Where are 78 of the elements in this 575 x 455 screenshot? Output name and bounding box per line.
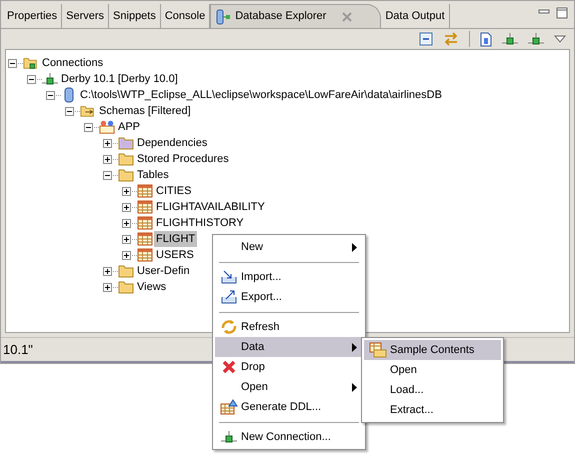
table-icon (137, 232, 153, 246)
tree-item[interactable]: USERS (154, 247, 196, 263)
menu-item[interactable]: Load... (364, 380, 501, 400)
tree-item[interactable]: APP (116, 119, 142, 135)
menu-item[interactable]: Drop (215, 357, 363, 377)
collapse-icon[interactable] (103, 170, 112, 180)
tree-item[interactable]: Views (135, 279, 168, 295)
status-text: 10.1" (3, 340, 33, 359)
collapse-icon[interactable] (65, 106, 74, 116)
folder-plug-icon (23, 56, 39, 70)
expand-icon[interactable] (122, 218, 131, 228)
plug-icon (528, 32, 544, 46)
document-icon[interactable] (480, 32, 492, 46)
plug-icon (42, 72, 58, 86)
menu-item[interactable]: Import... (215, 267, 363, 287)
collapse-all-icon[interactable] (419, 32, 433, 46)
tab[interactable]: Properties (3, 4, 62, 28)
tree-item[interactable]: User-Defin (135, 263, 192, 279)
tree-item[interactable]: C:\tools\WTP_Eclipse_ALL\eclipse\workspace\LowFareAir\data\airlinesDB (78, 87, 444, 103)
collapse-icon[interactable] (84, 122, 93, 132)
folder-icon (118, 264, 134, 278)
schema-icon (99, 119, 115, 135)
tree-item[interactable]: Dependencies (135, 135, 210, 151)
table-icon (137, 216, 153, 230)
tab[interactable]: Database Explorer (210, 4, 382, 28)
tab[interactable]: Data Output (381, 4, 450, 28)
tree-item[interactable]: Schemas [Filtered] (97, 103, 193, 119)
tree-item[interactable]: Derby 10.1 [Derby 10.0] (59, 71, 180, 87)
refresh-icon (221, 319, 237, 335)
table-folder-icon (369, 342, 387, 358)
folder-arrows-icon (80, 104, 96, 118)
menu-item[interactable]: New (215, 237, 363, 257)
menu-item[interactable]: Open (215, 377, 363, 397)
menu-item[interactable]: Sample Contents (364, 340, 501, 360)
tab[interactable]: Servers (62, 4, 110, 28)
collapse-icon[interactable] (8, 58, 17, 68)
expand-icon[interactable] (122, 202, 131, 212)
plug-icon (502, 32, 518, 46)
expand-icon[interactable] (103, 138, 112, 148)
delete-icon (222, 360, 236, 374)
expand-icon[interactable] (103, 154, 112, 164)
folder-icon (118, 152, 134, 166)
tree-item[interactable]: FLIGHTHISTORY (154, 215, 246, 231)
database-icon (215, 8, 232, 24)
collapse-icon[interactable] (27, 74, 36, 84)
folder-icon (118, 136, 134, 150)
tab[interactable]: Snippets (109, 4, 161, 28)
collapse-icon[interactable] (46, 90, 55, 100)
table-icon (137, 248, 153, 262)
database-icon (63, 87, 75, 103)
expand-icon[interactable] (103, 282, 112, 292)
table-triangle-icon (220, 399, 238, 415)
tree-item[interactable]: Connections (40, 55, 106, 71)
expand-icon[interactable] (122, 186, 131, 196)
expand-icon[interactable] (103, 266, 112, 276)
view-menu-icon[interactable] (554, 35, 566, 43)
tree-item[interactable]: FLIGHT (154, 231, 198, 247)
tree-item[interactable]: Tables (135, 167, 171, 183)
table-icon (137, 200, 153, 214)
expand-icon[interactable] (122, 250, 131, 260)
export-icon (221, 290, 237, 304)
menu-item[interactable]: Open (364, 360, 501, 380)
expand-icon[interactable] (122, 234, 131, 244)
table-icon (137, 184, 153, 198)
menu-item[interactable]: Extract... (364, 400, 501, 420)
folder-icon (118, 168, 134, 182)
tree-item[interactable]: CITIES (154, 183, 194, 199)
import-icon (221, 270, 237, 284)
menu-item[interactable]: New Connection... (215, 427, 363, 447)
plug-icon (221, 430, 237, 444)
folder-icon (118, 280, 134, 294)
menu-item[interactable]: Data (215, 337, 363, 357)
maximize-icon[interactable] (556, 7, 568, 19)
tree-item[interactable]: Stored Procedures (135, 151, 231, 167)
tree-item[interactable]: FLIGHTAVAILABILITY (154, 199, 267, 215)
menu-item[interactable]: Refresh (215, 317, 363, 337)
menu-item[interactable]: Export... (215, 287, 363, 307)
menu-item[interactable]: Generate DDL... (215, 397, 363, 417)
